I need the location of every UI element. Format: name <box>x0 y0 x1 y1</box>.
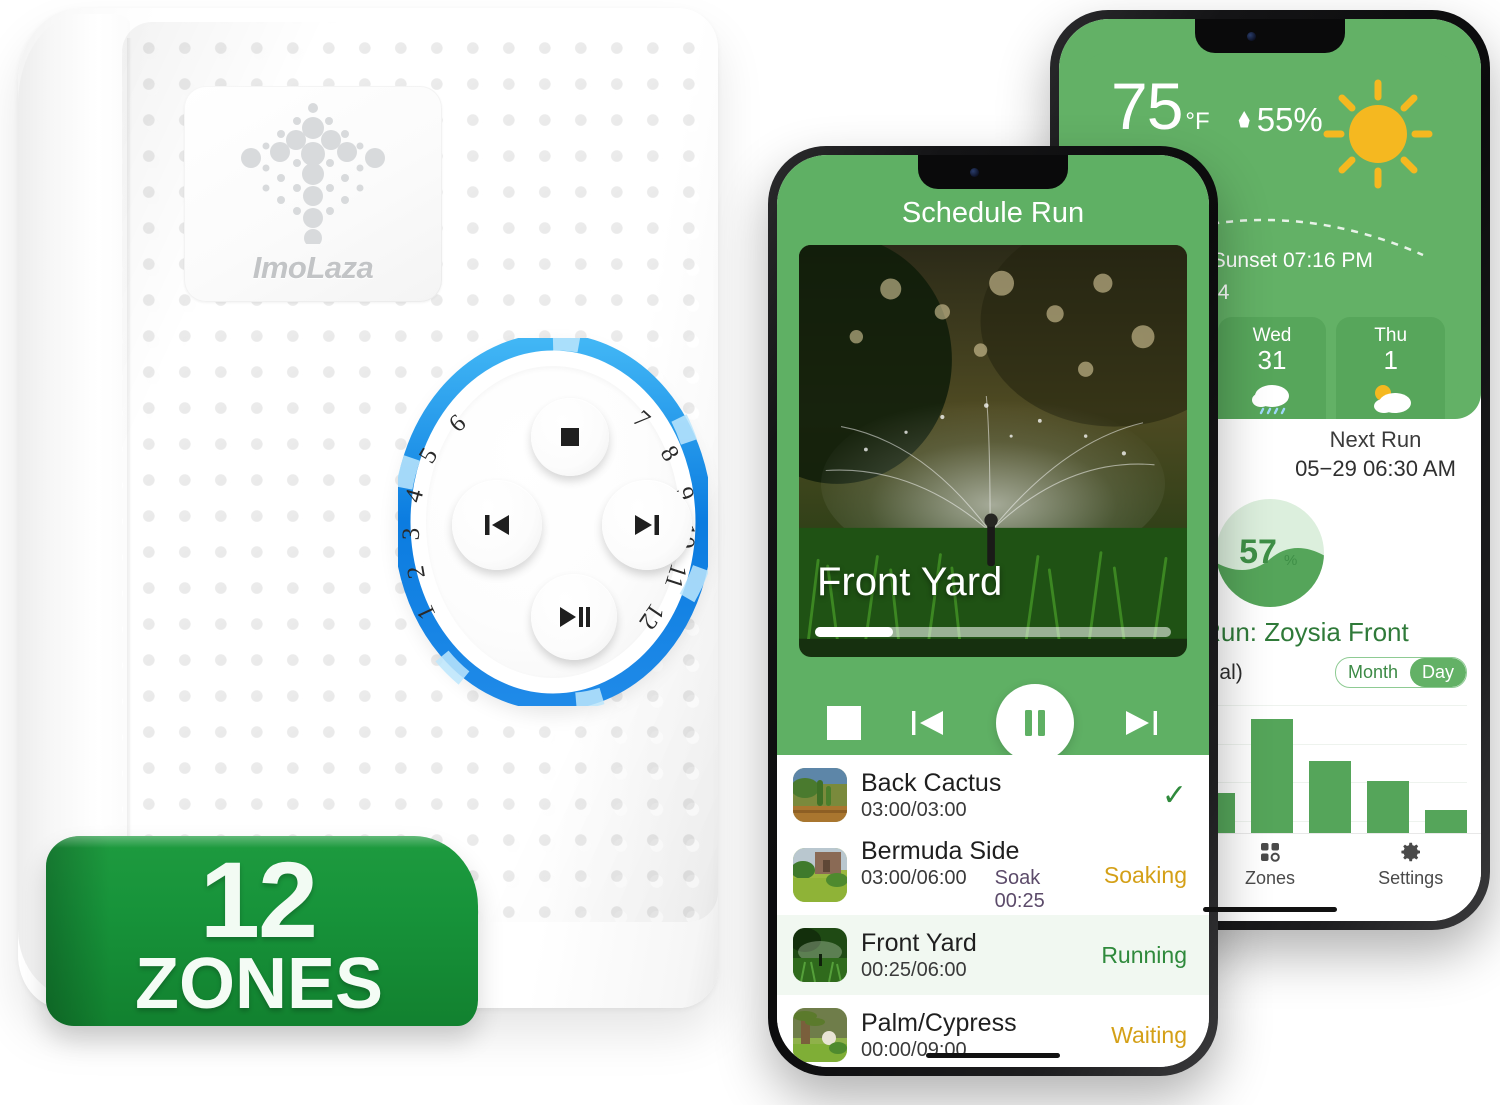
previous-zone-button[interactable] <box>452 480 542 570</box>
forecast-date: 1 <box>1383 345 1398 375</box>
phone-schedule-run: Schedule Run Front Yard Back Cactus 03:0… <box>768 146 1218 1076</box>
tab-zones[interactable]: Zones <box>1200 834 1341 895</box>
stop-button[interactable] <box>531 398 609 476</box>
zone-soak-time: Soak 00:25 <box>994 867 1045 912</box>
tab-settings-label: Settings <box>1378 868 1444 888</box>
next-run-block: Next Run 05−29 06:30 AM <box>1270 427 1481 482</box>
cactus-photo <box>793 768 847 822</box>
zone-hero-image: Front Yard <box>799 245 1187 657</box>
zones-count-label: ZONES <box>134 944 384 1024</box>
zone-info: Bermuda Side 03:00/06:00 Soak 00:25 <box>861 837 1090 913</box>
next-zone-button[interactable] <box>602 480 692 570</box>
list-item[interactable]: Bermuda Side 03:00/06:00 Soak 00:25 Soak… <box>777 835 1209 915</box>
tab-zones-label: Zones <box>1244 868 1296 888</box>
zone-status: Soaking <box>1103 861 1187 888</box>
rain-cloud-icon <box>1222 379 1323 417</box>
dot-pattern-icon <box>241 103 385 244</box>
zone-name: Back Cactus <box>861 768 1002 797</box>
zone-thumbnail <box>793 848 847 902</box>
zone-done-check-icon: ✓ <box>1161 778 1187 812</box>
forecast-day: Thu <box>1374 325 1408 346</box>
lawn-house-photo <box>793 848 847 902</box>
zone-name: Bermuda Side <box>861 837 1020 865</box>
palm-photo <box>793 1008 847 1062</box>
zone-time: 03:00/03:00 <box>861 798 967 821</box>
zone-info: Front Yard 00:25/06:00 <box>861 929 1087 982</box>
zone-info: Back Cactus 03:00/03:00 <box>861 769 1148 822</box>
zone-time: 00:00/09:00 <box>861 1038 967 1061</box>
pause-icon <box>1024 710 1045 736</box>
run-progress-bar[interactable] <box>815 627 1171 637</box>
stop-button[interactable] <box>826 706 861 740</box>
current-conditions: 75 °F 55% <box>1111 73 1323 139</box>
sprinkler-photo <box>793 928 847 982</box>
zone-thumbnail <box>793 1008 847 1062</box>
list-item[interactable]: Back Cactus 03:00/03:00 ✓ <box>777 755 1209 835</box>
play-pause-icon <box>560 607 590 627</box>
toggle-month[interactable]: Month <box>1336 658 1410 687</box>
next-run-value: 05−29 06:30 AM <box>1295 456 1456 481</box>
zone-name: Palm/Cypress <box>861 1008 1017 1037</box>
sun-icon <box>1323 79 1433 189</box>
product-scene: ImoLaza 1 2 3 4 5 6 7 8 9 11 12 12 ZONES… <box>0 0 1500 1105</box>
temperature-unit: °F <box>1185 108 1210 135</box>
zone-time: 00:25/06:00 <box>861 958 967 981</box>
zones-count-badge: 12 ZONES <box>46 836 478 1026</box>
play-pause-button[interactable] <box>531 574 617 660</box>
tab-settings[interactable]: Settings <box>1340 834 1481 895</box>
moisture-gauge: 57 % <box>1216 499 1324 607</box>
pause-button[interactable] <box>995 684 1074 762</box>
irrigation-controller: ImoLaza 1 2 3 4 5 6 7 8 9 11 12 12 ZONES <box>18 8 720 1026</box>
grid-icon <box>1261 843 1280 862</box>
run-progress-fill <box>815 627 894 637</box>
next-run-label: Next Run <box>1329 427 1422 452</box>
usage-period-toggle[interactable]: Month Day <box>1334 657 1467 688</box>
next-icon <box>635 515 659 535</box>
zone-times: 00:25/06:00 <box>861 959 1087 982</box>
humidity-readout: 55% <box>1238 101 1323 139</box>
phone-screen-front: Schedule Run Front Yard Back Cactus 03:0… <box>777 155 1209 1067</box>
front-camera-icon <box>969 167 979 177</box>
zone-times: 00:00/09:00 <box>861 1039 1097 1062</box>
phone-notch-front <box>918 155 1068 189</box>
gauge-value: 57 <box>1239 533 1277 571</box>
zone-thumbnail <box>793 768 847 822</box>
phone-notch-back <box>1195 19 1345 53</box>
toggle-day[interactable]: Day <box>1409 658 1466 687</box>
temperature-value: 75 <box>1111 69 1183 143</box>
gear-icon <box>1401 842 1420 862</box>
zone-run-list: Back Cactus 03:00/03:00 ✓ Bermuda Side 0… <box>777 755 1209 1067</box>
front-camera-icon <box>1246 31 1256 41</box>
next-button[interactable] <box>1123 708 1159 738</box>
zones-count-number: 12 <box>199 839 318 960</box>
forecast-day: Wed <box>1252 325 1292 346</box>
home-indicator-front <box>926 1053 1060 1058</box>
speaker-logo-plate: ImoLaza <box>184 86 442 302</box>
zone-time: 03:00/06:00 <box>861 867 967 889</box>
zone-status: Waiting <box>1111 1021 1187 1048</box>
page-title: Schedule Run <box>901 197 1085 229</box>
previous-button[interactable] <box>910 708 946 738</box>
current-zone-name: Front Yard <box>817 560 1003 604</box>
sunset-label-time: Sunset 07:16 PM <box>1211 249 1373 272</box>
zone-name: Front Yard <box>861 928 977 957</box>
dial-number-2: 2 <box>402 563 431 581</box>
list-item[interactable]: Front Yard 00:25/06:00 Running <box>777 915 1209 995</box>
home-indicator-back <box>1203 907 1337 912</box>
gauge-unit: % <box>1284 552 1297 569</box>
stop-icon <box>561 428 579 446</box>
zone-thumbnail <box>793 928 847 982</box>
zone-status: Running <box>1101 941 1187 968</box>
control-dial[interactable]: 1 2 3 4 5 6 7 8 9 10 11 12 <box>390 330 720 718</box>
dial-number-3: 3 <box>397 527 426 541</box>
brand-logotype: ImoLaza <box>252 250 374 285</box>
previous-icon <box>485 515 509 535</box>
humidity-value: 55% <box>1256 101 1323 138</box>
forecast-date: 31 <box>1257 345 1287 375</box>
sun-cloud-icon <box>1340 379 1441 417</box>
zone-times: 03:00/06:00 Soak 00:25 <box>861 867 1090 913</box>
zone-times: 03:00/03:00 <box>861 799 1148 822</box>
water-drop-icon <box>1238 111 1250 128</box>
